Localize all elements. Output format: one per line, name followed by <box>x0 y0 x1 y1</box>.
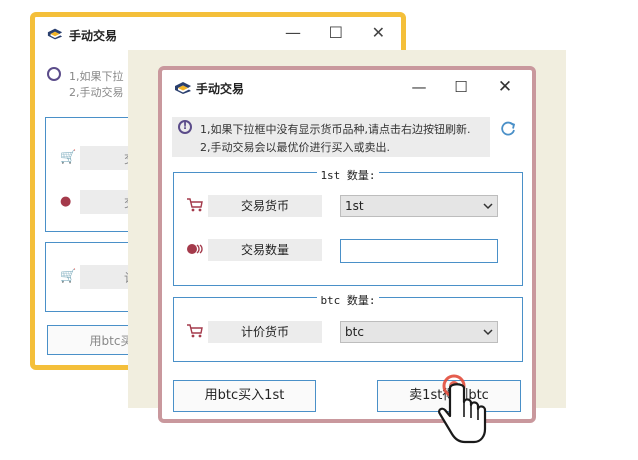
notice-line-1: 1,如果下拉框中没有显示货币品种,请点击右边按钮刷新. <box>200 123 471 136</box>
manual-trade-window: 手动交易 — ☐ ✕ ! 1,如果下拉框中没有显示货币品种,请点击右边按钮刷新.… <box>158 66 536 423</box>
app-logo-icon <box>175 82 191 94</box>
trade-amount-label: 交易数量 <box>208 239 322 261</box>
quote-currency-label: 计价货币 <box>208 321 322 343</box>
hand-pointer-icon <box>437 374 487 444</box>
notice-line-2: 2,手动交易会以最优价进行买入或卖出. <box>200 141 390 154</box>
trade-currency-select[interactable]: 1st <box>340 195 498 217</box>
titlebar: 手动交易 — ☐ ✕ <box>162 70 532 104</box>
coins-icon <box>187 244 203 254</box>
notice-box: ! 1,如果下拉框中没有显示货币品种,请点击右边按钮刷新. 2,手动交易会以最优… <box>172 117 490 157</box>
refresh-icon[interactable] <box>498 119 518 139</box>
app-logo-icon <box>47 28 63 40</box>
bg-titlebar: 手动交易 — ☐ ✕ <box>35 17 401 51</box>
quote-currency-group: btc 数量: 计价货币 btc <box>173 294 523 362</box>
trade-currency-label: 交易货币 <box>208 195 322 217</box>
bg-window-title: 手动交易 <box>69 29 118 43</box>
maximize-button[interactable]: ☐ <box>446 74 476 100</box>
minimize-button[interactable]: — <box>404 74 434 100</box>
trade-currency-value: 1st <box>345 199 364 213</box>
bg-coins-icon: ● <box>60 194 72 209</box>
bg-cart-icon: 🛒 <box>60 150 77 165</box>
bg-minimize-button: — <box>285 23 301 42</box>
window-title: 手动交易 <box>196 82 245 96</box>
quote-currency-select[interactable]: btc <box>340 321 498 343</box>
bg-info-icon <box>47 67 61 81</box>
group2-legend: btc 数量: <box>174 289 522 308</box>
trade-currency-group: 1st 数量: 交易货币 1st 交易数量 <box>173 169 523 286</box>
group1-legend: 1st 数量: <box>174 164 522 183</box>
bg-cart-icon: 🛒 <box>60 269 77 284</box>
cart-icon <box>187 324 203 338</box>
trade-amount-input[interactable] <box>340 239 498 263</box>
chevron-down-icon <box>483 329 493 336</box>
bg-maximize-button: ☐ <box>328 23 343 42</box>
quote-currency-value: btc <box>345 325 364 339</box>
cart-icon <box>187 198 203 212</box>
info-icon: ! <box>178 120 192 134</box>
chevron-down-icon <box>483 203 493 210</box>
bg-notice: 1,如果下拉 2,手动交易 <box>69 70 124 99</box>
bg-close-button: ✕ <box>371 23 385 42</box>
buy-button[interactable]: 用btc买入1st <box>173 380 316 412</box>
close-button[interactable]: ✕ <box>490 74 520 100</box>
